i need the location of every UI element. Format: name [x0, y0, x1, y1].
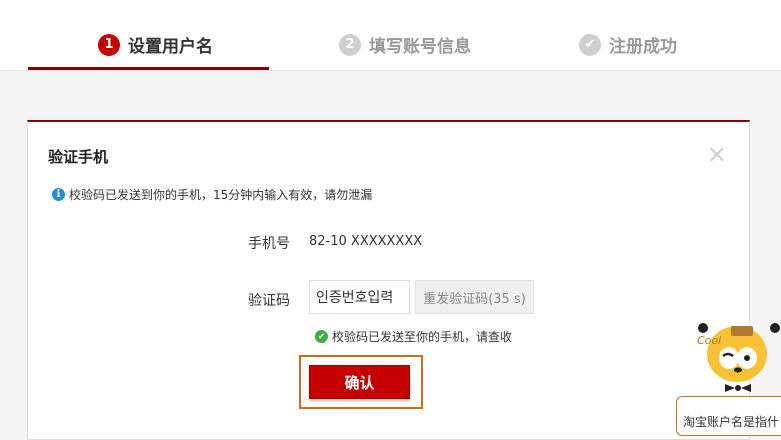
dialog-title: 验证手机	[48, 148, 109, 166]
mascot-tooltip[interactable]: 淘宝账户名是指什	[676, 396, 781, 436]
step-set-username: 1 设置用户名	[98, 32, 213, 57]
check-circle-icon: ✔	[579, 33, 601, 56]
step-2-label: 填写账号信息	[369, 37, 471, 57]
phone-label: 手机号	[248, 236, 290, 252]
step-fill-account-info: 2 填写账号信息	[339, 32, 471, 57]
check-icon: ✔	[315, 330, 328, 343]
code-label: 验证码	[248, 293, 290, 309]
code-sent-confirmation: ✔ 校验码已发送至你的手机，请查收	[315, 328, 512, 345]
step-register-success: ✔ 注册成功	[579, 32, 677, 57]
step-1-badge: 1	[98, 33, 120, 56]
notice-text: 校验码已发送到你的手机，15分钟内输入有效，请勿泄漏	[69, 188, 373, 202]
resend-code-button[interactable]: 重发验证码(35 s)	[415, 280, 534, 314]
sent-note-text: 校验码已发送至你的手机，请查收	[332, 330, 513, 344]
phone-number-value: 82-10 XXXXXXXX	[309, 234, 423, 249]
active-step-underline	[28, 67, 269, 70]
step-1-label: 设置用户名	[128, 37, 213, 57]
verification-code-input[interactable]	[309, 280, 410, 314]
registration-stepper: 1 设置用户名 2 填写账号信息 ✔ 注册成功	[0, 0, 781, 71]
code-sent-notice: i 校验码已发送到你的手机，15分钟内输入有效，请勿泄漏	[52, 186, 372, 203]
verify-phone-dialog: 验证手机 × i 校验码已发送到你的手机，15分钟内输入有效，请勿泄漏 手机号 …	[27, 120, 750, 440]
info-icon: i	[52, 188, 65, 201]
confirm-button[interactable]: 确认	[309, 365, 410, 399]
close-icon[interactable]: ×	[707, 142, 727, 166]
mascot-badge-text: Cool	[697, 334, 721, 347]
cool-mascot-icon[interactable]: Cool	[695, 318, 781, 394]
step-2-badge: 2	[339, 33, 361, 56]
step-3-label: 注册成功	[609, 37, 677, 57]
